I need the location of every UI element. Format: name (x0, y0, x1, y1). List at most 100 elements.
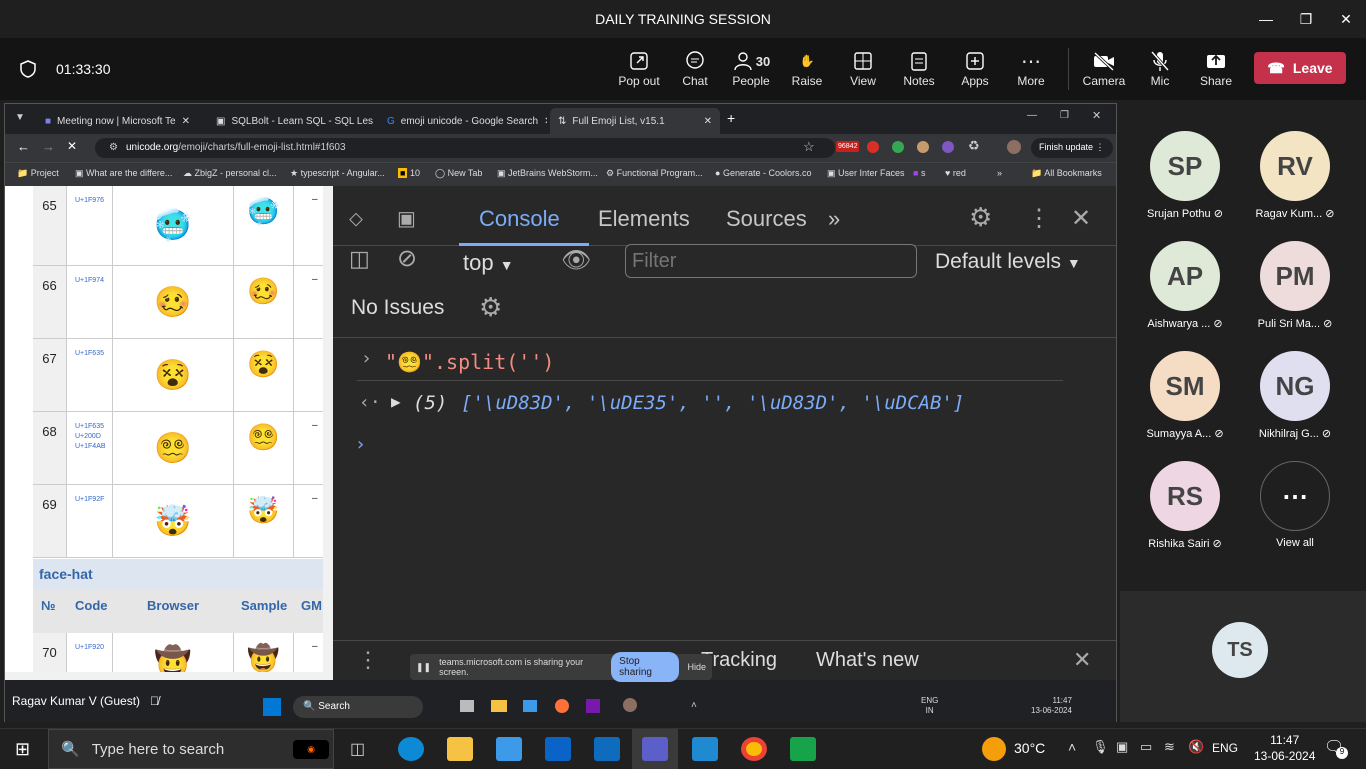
windows-start-icon[interactable]: ⊞ (15, 739, 30, 760)
bookmark-item[interactable]: ■ s (913, 168, 925, 178)
drawer-menu-icon[interactable]: ⋮ (357, 647, 379, 673)
bookmark-item[interactable]: ▣ User Inter Faces (827, 168, 905, 179)
extension-icon[interactable] (917, 141, 929, 153)
view-all-button[interactable]: ⋯ View all (1240, 461, 1350, 549)
tab-sqlbolt[interactable]: ▣SQLBolt - Learn SQL - SQL Less✕ (208, 108, 373, 134)
profile-avatar[interactable] (1007, 140, 1021, 154)
more-button[interactable]: ⋯ More (1003, 48, 1059, 89)
browser-close-icon[interactable]: ✕ (1092, 109, 1101, 122)
participant-tile[interactable]: PM Puli Sri Ma... ⊘ (1240, 241, 1350, 330)
back-icon[interactable]: ← (17, 139, 30, 154)
tab-teams[interactable]: ■ Meeting now | Microsoft Te ✕ (37, 108, 202, 134)
more-bookmarks-icon[interactable]: » (997, 168, 1002, 178)
bookmark-item[interactable]: ☁ ZbigZ - personal cl... (183, 168, 277, 179)
clear-console-icon[interactable]: ⊘ (397, 244, 417, 273)
leave-button[interactable]: ☎ Leave (1254, 52, 1346, 84)
tab-elements[interactable]: Elements (598, 206, 690, 232)
bookmark-item[interactable]: ● Generate - Coolors.co (715, 168, 811, 178)
maximize-icon[interactable]: ❐ (1286, 0, 1326, 38)
console-input-line[interactable]: "😵‍💫".split('') (385, 350, 554, 374)
view-button[interactable]: View (835, 48, 891, 88)
tab-sources[interactable]: Sources (726, 206, 807, 232)
close-drawer-icon[interactable]: ✕ (1073, 647, 1091, 673)
taskbar-clock[interactable]: 11:47 13-06-2024 (1254, 732, 1315, 764)
mic-tray-icon[interactable]: 🎙 (1092, 739, 1109, 755)
notes-button[interactable]: Notes (891, 48, 947, 88)
outlook-icon[interactable] (594, 737, 620, 761)
camera-button[interactable]: Camera (1076, 48, 1132, 88)
raise-hand-button[interactable]: ✋ Raise (779, 48, 835, 88)
popout-button[interactable]: Pop out (611, 48, 667, 88)
result-array[interactable]: ['\uD83D', '\uDE35', '', '\uD83D', '\uDC… (461, 392, 964, 414)
participant-tile[interactable]: AP Aishwarya ... ⊘ (1130, 241, 1240, 330)
extension-icon[interactable] (942, 141, 954, 153)
camera-tray-icon[interactable]: ▣ (1116, 739, 1128, 755)
eye-icon[interactable]: 👁 (561, 246, 591, 275)
vscode-icon[interactable] (692, 737, 718, 761)
log-levels-dropdown[interactable]: Default levels ▼ (935, 250, 1081, 274)
expand-result-icon[interactable]: ▶ (391, 392, 401, 411)
tray-overflow-icon[interactable]: ˄ (1068, 739, 1076, 755)
participant-tile[interactable]: RV Ragav Kum... ⊘ (1240, 131, 1350, 220)
participant-tile[interactable]: SM Sumayya A... ⊘ (1130, 351, 1240, 440)
device-toolbar-icon[interactable]: ▣ (397, 206, 416, 231)
chrome-icon[interactable] (741, 737, 767, 761)
hide-button[interactable]: Hide (687, 662, 706, 672)
console-settings-icon[interactable]: ⚙ (479, 292, 502, 323)
drawer-tab-whats-new[interactable]: What's new (816, 649, 919, 672)
participant-tile[interactable]: NG Nikhilraj G... ⊘ (1240, 351, 1350, 440)
extension-icon[interactable] (892, 141, 904, 153)
bookmark-item[interactable]: ▣ What are the differe... (75, 168, 172, 179)
issues-label[interactable]: No Issues (351, 296, 444, 320)
bookmark-item[interactable]: ★ typescript - Angular... (290, 168, 385, 179)
bookmark-item[interactable]: ■ 10 (398, 168, 420, 178)
weather-temp[interactable]: 30°C (1014, 740, 1045, 756)
new-tab-icon[interactable]: + (727, 110, 735, 126)
console-output[interactable]: › "😵‍💫".split('') ‹· ▶ (5) ['\uD83D', '\… (333, 338, 1116, 638)
browser-maximize-icon[interactable]: ❐ (1060, 110, 1069, 121)
extension-badge[interactable]: 96842 (836, 141, 860, 152)
language-indicator[interactable]: ENG (1212, 741, 1238, 755)
teams-taskbar-active[interactable] (632, 729, 678, 769)
close-tab-icon[interactable]: ✕ (544, 116, 547, 127)
drawer-tab-tracking[interactable]: Tracking (701, 649, 777, 672)
settings-gear-icon[interactable]: ⚙ (969, 202, 992, 233)
close-icon[interactable]: ✕ (1326, 0, 1366, 38)
more-tabs-icon[interactable]: » (828, 206, 840, 232)
participant-tile[interactable]: RS Rishika Sairi ⊘ (1130, 461, 1240, 550)
browser-minimize-icon[interactable]: — (1027, 110, 1037, 121)
context-selector[interactable]: top ▼ (463, 250, 514, 276)
mail-icon[interactable] (545, 737, 571, 761)
all-bookmarks[interactable]: 📁 All Bookmarks (1031, 168, 1102, 179)
stop-loading-icon[interactable]: ✕ (67, 139, 77, 153)
notification-center-icon[interactable]: 🗨 9 (1324, 737, 1348, 759)
chat-button[interactable]: Chat (667, 48, 723, 88)
self-video-tile[interactable]: TS (1120, 591, 1366, 722)
close-devtools-icon[interactable]: ✕ (1071, 204, 1091, 233)
row-code[interactable]: U+1F92F (67, 485, 113, 557)
bookmark-star-icon[interactable]: ☆ (803, 139, 815, 155)
bookmark-project[interactable]: 📁 Project (17, 168, 59, 179)
tab-search-icon[interactable]: ▼ (15, 112, 25, 123)
customize-menu-icon[interactable]: ⋮ (1027, 204, 1051, 233)
close-tab-icon[interactable]: ✕ (704, 116, 712, 127)
people-button[interactable]: 30 People (723, 48, 779, 88)
sidebar-toggle-icon[interactable]: ◫ (349, 246, 370, 272)
store-icon[interactable] (496, 737, 522, 761)
bookmark-item[interactable]: ⚙ Functional Program... (606, 168, 703, 179)
weather-icon[interactable] (982, 737, 1006, 761)
share-button[interactable]: Share (1188, 48, 1244, 88)
file-explorer-icon[interactable] (447, 737, 473, 761)
task-view-icon[interactable]: ◫ (350, 739, 365, 759)
battery-icon[interactable]: ▭ (1140, 739, 1152, 755)
bookmark-item[interactable]: ♥ red (945, 168, 966, 178)
filter-input[interactable] (625, 244, 917, 278)
snipping-tool-icon[interactable] (790, 737, 816, 761)
site-info-icon[interactable]: ⚙ (109, 142, 118, 153)
section-heading[interactable]: face-hat (33, 559, 323, 589)
wifi-icon[interactable]: ≋ (1164, 739, 1175, 755)
forward-icon[interactable]: → (42, 139, 55, 154)
volume-muted-icon[interactable]: 🔇 (1188, 739, 1204, 755)
tab-console[interactable]: Console (479, 206, 560, 232)
bookmark-item[interactable]: ▣ JetBrains WebStorm... (497, 168, 598, 179)
